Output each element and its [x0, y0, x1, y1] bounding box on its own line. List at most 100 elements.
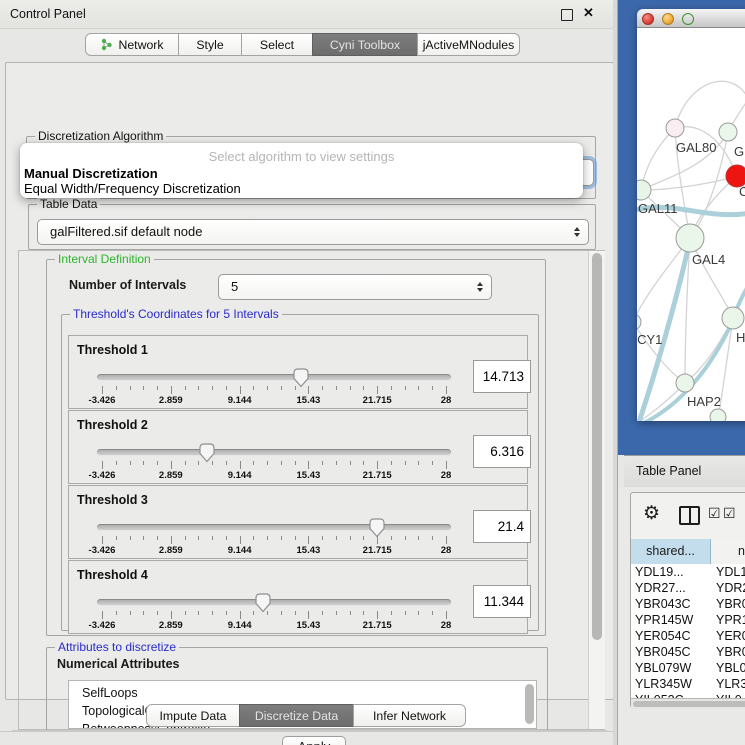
- vertical-scrollbar[interactable]: [588, 251, 605, 729]
- table-row[interactable]: YLR345WYLR3: [631, 676, 745, 692]
- maximize-traffic-light-icon[interactable]: [682, 13, 694, 25]
- tab-select[interactable]: Select: [241, 33, 313, 56]
- network-window-titlebar[interactable]: [637, 9, 745, 28]
- svg-text:GAL80: GAL80: [676, 140, 716, 155]
- list-item[interactable]: SelfLoops: [69, 684, 536, 702]
- svg-text:GCY1: GCY1: [637, 332, 662, 347]
- split-columns-icon[interactable]: [679, 506, 700, 525]
- dropdown-placeholder: Select algorithm to view settings: [20, 149, 583, 164]
- threshold-value-field[interactable]: 6.316: [473, 435, 531, 468]
- tab-discretize-data[interactable]: Discretize Data: [239, 704, 354, 727]
- node-gal80[interactable]: [666, 119, 684, 137]
- node-gcy1[interactable]: [637, 314, 641, 330]
- network-desktop: GAL80 GAL11 GAL4 GCY1 HAP2 G C H: [618, 0, 745, 455]
- list-scrollbar-thumb[interactable]: [525, 684, 534, 724]
- slider-track[interactable]: [97, 449, 451, 456]
- network-graph: GAL80 GAL11 GAL4 GCY1 HAP2 G C H: [637, 28, 745, 421]
- table-data-combobox[interactable]: galFiltered.sif default node: [37, 219, 589, 245]
- checkbox-checked-icon[interactable]: ☑: [708, 505, 721, 522]
- slider-handle[interactable]: [255, 593, 271, 613]
- node-gal4[interactable]: [676, 224, 704, 252]
- tab-cyni-toolbox[interactable]: Cyni Toolbox: [312, 33, 418, 56]
- slider-track[interactable]: [97, 599, 451, 606]
- table-row[interactable]: YPR145WYPR1: [631, 612, 745, 628]
- checkbox-checked-icon[interactable]: ☑: [723, 505, 736, 522]
- control-panel-titlebar: Control Panel ✕: [0, 0, 618, 29]
- slider-tick-labels: -3.426 2.859 9.144 15.43 21.715 28: [102, 395, 446, 406]
- slider-tick-labels: -3.426 2.859 9.144 15.43 21.715 28: [102, 470, 446, 481]
- node-partial[interactable]: [710, 409, 726, 421]
- scrollbar-thumb[interactable]: [633, 701, 745, 707]
- table-panel-titlebar: Table Panel: [624, 455, 745, 489]
- bottom-divider: [0, 731, 618, 732]
- threshold-4-panel: Threshold 4 -3.426 2.859 9.144 15.43 21.…: [68, 560, 528, 634]
- threshold-label: Threshold 2: [77, 418, 148, 432]
- num-intervals-label: Number of Intervals: [69, 278, 186, 292]
- node-hap2[interactable]: [676, 374, 694, 392]
- threshold-label: Threshold 4: [77, 568, 148, 582]
- dropdown-option-manual[interactable]: Manual Discretization: [23, 166, 580, 181]
- algorithm-dropdown-popup: Select algorithm to view settings Manual…: [20, 143, 583, 198]
- panel-title: Control Panel: [10, 7, 86, 21]
- combobox-value: galFiltered.sif default node: [50, 220, 202, 244]
- group-title: Discretization Algorithm: [35, 130, 166, 143]
- group-title: Threshold's Coordinates for 5 Intervals: [70, 308, 282, 321]
- tab-infer-network[interactable]: Infer Network: [353, 704, 466, 727]
- column-header-shared-name[interactable]: shared...: [631, 539, 711, 564]
- spinner-arrows-icon: [477, 282, 483, 292]
- svg-text:H: H: [736, 330, 745, 345]
- node-h[interactable]: [722, 307, 744, 329]
- node-g[interactable]: [719, 123, 737, 141]
- network-icon: [100, 38, 113, 51]
- apply-button[interactable]: Apply: [282, 736, 346, 745]
- tab-impute-data[interactable]: Impute Data: [146, 704, 240, 727]
- tab-jactivemnodules[interactable]: jActiveMNodules: [417, 33, 520, 56]
- dropdown-option-equal-width[interactable]: Equal Width/Frequency Discretization: [23, 181, 580, 196]
- num-intervals-combobox[interactable]: 5: [218, 274, 492, 300]
- threshold-value-field[interactable]: 14.713: [473, 360, 531, 393]
- slider-handle[interactable]: [293, 368, 309, 388]
- threshold-2-panel: Threshold 2 -3.426 2.859 9.144 15.43 21.…: [68, 410, 528, 484]
- slider-handle[interactable]: [369, 518, 385, 538]
- threshold-value-field[interactable]: 11.344: [473, 585, 531, 618]
- svg-text:HAP2: HAP2: [687, 394, 721, 409]
- table-row[interactable]: YDL19...YDL1: [631, 564, 745, 580]
- slider-handle[interactable]: [199, 443, 215, 463]
- svg-text:GAL4: GAL4: [692, 252, 725, 267]
- threshold-1-panel: Threshold 1 -3.426 2.859 9.144 15.43 21.…: [68, 335, 528, 409]
- table-panel-title: Table Panel: [636, 464, 701, 478]
- table-row[interactable]: YBR043CYBR0: [631, 596, 745, 612]
- scrollbar-thumb[interactable]: [592, 253, 602, 640]
- float-window-icon[interactable]: [561, 9, 573, 21]
- slider-ticks: [102, 536, 446, 545]
- svg-text:G: G: [734, 144, 744, 159]
- svg-text:GAL11: GAL11: [638, 201, 678, 216]
- threshold-value-field[interactable]: 21.4: [473, 510, 531, 543]
- network-canvas[interactable]: GAL80 GAL11 GAL4 GCY1 HAP2 G C H: [637, 28, 745, 421]
- table-row[interactable]: YER054CYER0: [631, 628, 745, 644]
- group-title: Table Data: [37, 198, 100, 211]
- threshold-3-panel: Threshold 3 -3.426 2.859 9.144 15.43 21.…: [68, 485, 528, 559]
- table-row[interactable]: YBR045CYBR0: [631, 644, 745, 660]
- gear-icon[interactable]: ⚙: [643, 502, 660, 525]
- column-header-name[interactable]: na: [711, 539, 745, 564]
- tab-network[interactable]: Network: [85, 33, 179, 56]
- close-traffic-light-icon[interactable]: [642, 13, 654, 25]
- horizontal-scrollbar[interactable]: [631, 698, 745, 709]
- minimize-traffic-light-icon[interactable]: [662, 13, 674, 25]
- numerical-attributes-label: Numerical Attributes: [57, 657, 179, 671]
- network-view-window[interactable]: GAL80 GAL11 GAL4 GCY1 HAP2 G C H: [637, 9, 745, 421]
- slider-track[interactable]: [97, 524, 451, 531]
- table-row[interactable]: YDR27...YDR2: [631, 580, 745, 596]
- table-row[interactable]: YBL079WYBL0: [631, 660, 745, 676]
- threshold-label: Threshold 3: [77, 493, 148, 507]
- tab-style[interactable]: Style: [178, 33, 242, 56]
- slider-track[interactable]: [97, 374, 451, 381]
- slider-tick-labels: -3.426 2.859 9.144 15.43 21.715 28: [102, 620, 446, 631]
- application-window: Control Panel ✕ Network Style Select Cyn…: [0, 0, 745, 745]
- slider-ticks: [102, 611, 446, 620]
- cyni-toolbox-panel: Discretization Algorithm Select algorith…: [5, 62, 614, 700]
- control-panel-tabs: Network Style Select Cyni Toolbox jActiv…: [85, 33, 520, 56]
- close-icon[interactable]: ✕: [583, 5, 594, 21]
- slider-ticks: [102, 461, 446, 470]
